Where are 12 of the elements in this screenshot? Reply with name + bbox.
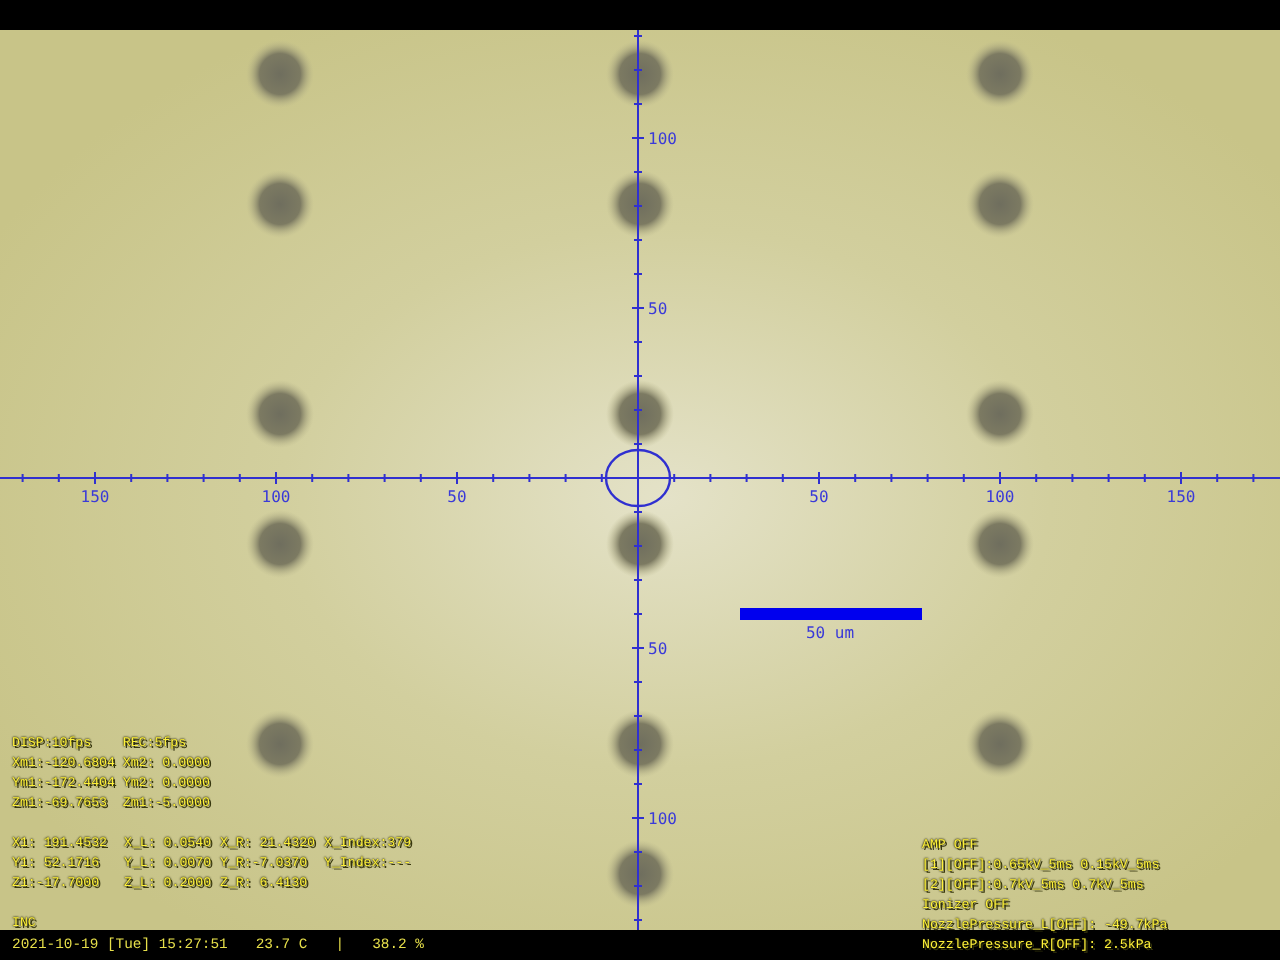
axis-label: 100 — [648, 810, 677, 828]
reticle-circle — [604, 448, 672, 508]
axis-label: 150 — [1166, 488, 1196, 506]
scale-label: 50 um — [805, 624, 855, 642]
axis-label: 100 — [648, 130, 677, 148]
axis-label: 50 — [648, 300, 668, 318]
axis-label: 50 — [809, 488, 829, 506]
axis-label: 100 — [985, 488, 1015, 506]
axis-label: 100 — [261, 488, 291, 506]
axis-label: 50 — [648, 640, 668, 658]
axis-label: 150 — [80, 488, 110, 506]
axis-label: 50 — [447, 488, 467, 506]
